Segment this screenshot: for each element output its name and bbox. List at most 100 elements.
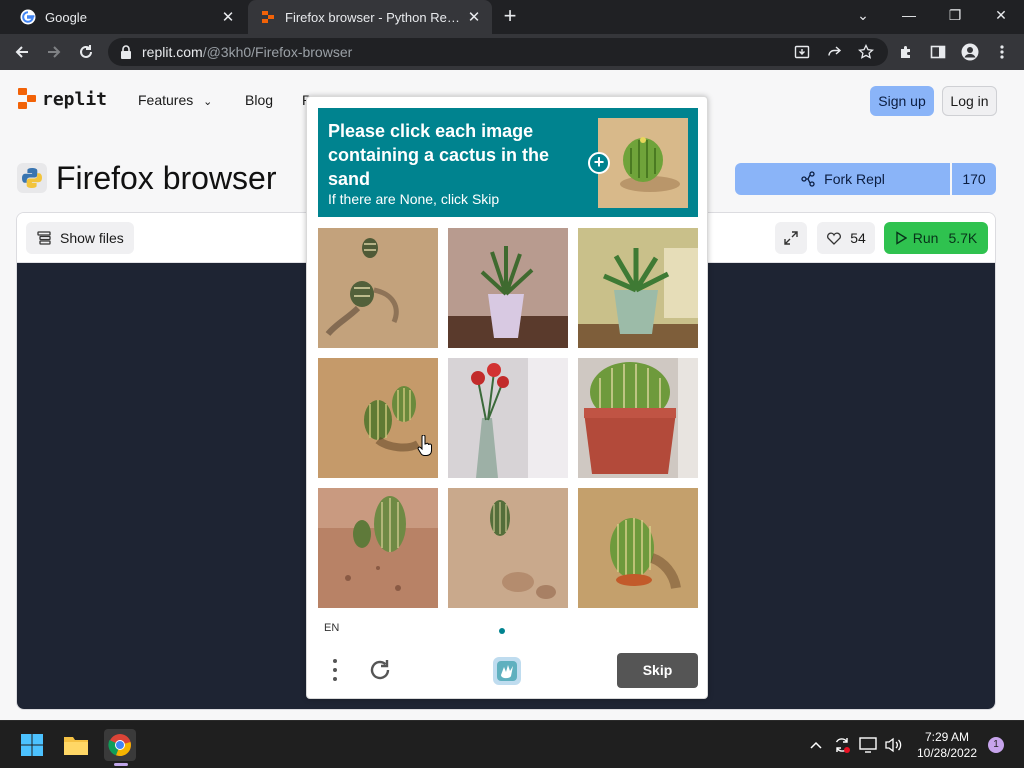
profile-avatar-icon[interactable] bbox=[958, 40, 982, 64]
tab-google[interactable]: Google ✕ bbox=[8, 0, 246, 34]
run-count: 5.7K bbox=[948, 230, 978, 246]
captcha-instruction: Please click each image containing a cac… bbox=[328, 121, 550, 189]
replit-logo-icon bbox=[18, 88, 36, 109]
captcha-challenge-dialog: Please click each image containing a cac… bbox=[306, 96, 708, 699]
system-clock[interactable]: 7:29 AM 10/28/2022 bbox=[914, 729, 980, 761]
heart-icon bbox=[827, 232, 842, 245]
url-path: /@3kh0/Firefox-browser bbox=[202, 44, 353, 60]
fork-icon bbox=[801, 171, 815, 187]
show-files-label: Show files bbox=[60, 230, 124, 246]
volume-icon[interactable] bbox=[884, 735, 904, 755]
fork-label: Fork Repl bbox=[824, 171, 885, 187]
close-tab-icon[interactable]: ✕ bbox=[220, 8, 236, 26]
captcha-sub-instruction: If there are None, click Skip bbox=[328, 191, 500, 207]
tile-cactus-red-pot bbox=[578, 358, 698, 478]
like-count: 54 bbox=[850, 230, 866, 246]
tab-title: Google bbox=[45, 9, 87, 25]
active-app-indicator bbox=[114, 763, 128, 766]
tile-small-cactus-sand bbox=[448, 488, 568, 608]
python-icon bbox=[17, 163, 47, 193]
notification-badge[interactable]: 1 bbox=[988, 737, 1004, 753]
run-button[interactable]: Run 5.7K bbox=[884, 222, 988, 254]
tile-red-flowers-vase bbox=[448, 358, 568, 478]
extensions-puzzle-icon[interactable] bbox=[894, 40, 918, 64]
clock-date: 10/28/2022 bbox=[916, 746, 978, 760]
captcha-example-image[interactable] bbox=[598, 118, 688, 208]
new-tab-icon[interactable]: + bbox=[498, 4, 522, 28]
install-app-icon[interactable] bbox=[790, 40, 814, 64]
log-in-button[interactable]: Log in bbox=[942, 86, 997, 116]
clock-time: 7:29 AM bbox=[924, 730, 970, 744]
hcaptcha-logo-icon[interactable] bbox=[491, 655, 523, 687]
replit-icon bbox=[260, 9, 276, 25]
tab-title: Firefox browser - Python Repl - Replit bbox=[285, 9, 466, 25]
chevron-down-icon: ⌄ bbox=[203, 96, 213, 108]
side-panel-icon[interactable] bbox=[926, 40, 950, 64]
tab-search-icon[interactable]: ⌄ bbox=[840, 0, 886, 30]
captcha-image-grid bbox=[318, 228, 698, 608]
expand-button[interactable] bbox=[775, 222, 807, 254]
captcha-tile[interactable] bbox=[318, 358, 438, 478]
show-files-button[interactable]: Show files bbox=[26, 222, 134, 254]
browser-tab-strip: Google ✕ Firefox browser - Python Repl -… bbox=[0, 0, 1024, 34]
url-host: replit.com bbox=[142, 44, 203, 60]
back-icon[interactable] bbox=[10, 40, 34, 64]
refresh-icon[interactable] bbox=[367, 657, 393, 683]
fork-count[interactable]: 170 bbox=[952, 163, 996, 195]
replit-logo[interactable]: replit bbox=[18, 88, 107, 110]
tile-cacti-shadows-sand bbox=[318, 228, 438, 348]
hand-cursor-icon bbox=[417, 434, 433, 457]
windows-taskbar: 7:29 AM 10/28/2022 1 bbox=[0, 720, 1024, 768]
forward-icon[interactable] bbox=[42, 40, 66, 64]
nav-features-label: Features bbox=[138, 92, 194, 108]
like-button[interactable]: 54 bbox=[817, 222, 875, 254]
chevron-up-icon[interactable] bbox=[806, 735, 826, 755]
url-text: replit.com/@3kh0/Firefox-browser bbox=[142, 44, 352, 60]
tile-cactus-reddish-sand bbox=[318, 488, 438, 608]
minimize-icon[interactable]: — bbox=[886, 0, 932, 30]
browser-menu-icon[interactable] bbox=[990, 40, 1014, 64]
tile-potted-plant-green bbox=[578, 228, 698, 348]
captcha-tile[interactable] bbox=[448, 358, 568, 478]
files-list-icon bbox=[37, 231, 51, 245]
skip-button[interactable]: Skip bbox=[617, 653, 698, 688]
repl-title: Firefox browser bbox=[56, 160, 277, 196]
lock-icon[interactable] bbox=[120, 45, 134, 59]
captcha-tile[interactable] bbox=[578, 228, 698, 348]
browser-toolbar: replit.com/@3kh0/Firefox-browser bbox=[0, 34, 1024, 70]
tile-cacti-on-sand bbox=[318, 358, 438, 478]
restore-icon[interactable]: ❐ bbox=[932, 0, 978, 30]
sign-up-button[interactable]: Sign up bbox=[870, 86, 934, 116]
tile-cactus-desert-sand bbox=[578, 488, 698, 608]
play-icon bbox=[896, 231, 907, 245]
close-window-icon[interactable]: ✕ bbox=[978, 0, 1024, 30]
tab-replit[interactable]: Firefox browser - Python Repl - Replit ✕ bbox=[248, 0, 492, 34]
google-icon bbox=[20, 9, 36, 25]
windows-start-icon[interactable] bbox=[16, 729, 48, 761]
share-icon[interactable] bbox=[822, 40, 846, 64]
menu-dots-icon[interactable] bbox=[329, 657, 341, 683]
captcha-tile[interactable] bbox=[448, 228, 568, 348]
chrome-icon[interactable] bbox=[104, 729, 136, 761]
display-icon[interactable] bbox=[858, 735, 878, 755]
close-tab-icon[interactable]: ✕ bbox=[466, 8, 482, 26]
tile-potted-plant-pink bbox=[448, 228, 568, 348]
file-explorer-icon[interactable] bbox=[60, 729, 92, 761]
reload-icon[interactable] bbox=[74, 40, 98, 64]
captcha-tile[interactable] bbox=[578, 488, 698, 608]
captcha-tile[interactable] bbox=[318, 228, 438, 348]
captcha-tile[interactable] bbox=[578, 358, 698, 478]
address-bar[interactable]: replit.com/@3kh0/Firefox-browser bbox=[108, 38, 888, 66]
fork-repl-button[interactable]: Fork Repl bbox=[735, 163, 950, 195]
captcha-tile[interactable] bbox=[318, 488, 438, 608]
nav-features[interactable]: Features ⌄ bbox=[138, 92, 212, 108]
expand-icon bbox=[784, 231, 798, 245]
language-selector[interactable]: EN bbox=[324, 622, 339, 634]
captcha-tile[interactable] bbox=[448, 488, 568, 608]
sync-alert-icon[interactable] bbox=[832, 735, 852, 755]
bookmark-star-icon[interactable] bbox=[854, 40, 878, 64]
captcha-prompt: Please click each image containing a cac… bbox=[318, 108, 698, 217]
nav-blog[interactable]: Blog bbox=[245, 92, 273, 108]
plus-icon: + bbox=[588, 152, 610, 174]
run-label: Run bbox=[912, 230, 939, 246]
